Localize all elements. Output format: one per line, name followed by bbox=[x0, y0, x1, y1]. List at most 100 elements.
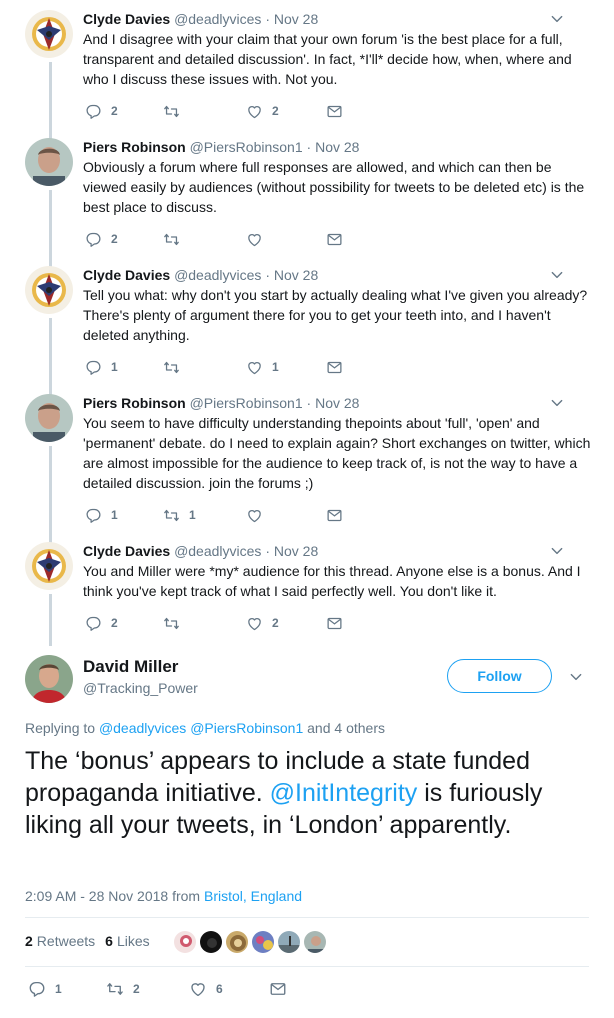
main-user-handle[interactable]: @Tracking_Power bbox=[83, 680, 198, 696]
timestamp[interactable]: Nov 28 bbox=[274, 267, 318, 283]
thread-line bbox=[49, 190, 52, 270]
timestamp[interactable]: Nov 28 bbox=[315, 395, 359, 411]
chevron-down-icon[interactable] bbox=[550, 396, 564, 410]
retweets-link[interactable]: Retweets bbox=[37, 933, 95, 949]
chevron-down-icon[interactable] bbox=[569, 670, 583, 684]
replying-others[interactable]: and 4 others bbox=[307, 720, 385, 736]
reply-count: 1 bbox=[111, 508, 118, 522]
retweet-count: 2 bbox=[133, 982, 140, 996]
main-timestamp[interactable]: 2:09 AM - 28 Nov 2018 from bbox=[25, 888, 200, 904]
retweet-count: 1 bbox=[189, 508, 196, 522]
tweet-actions: 1 1 bbox=[85, 506, 385, 524]
tweet-header: Clyde Davies @deadlyvices · Nov 28 bbox=[83, 542, 594, 560]
main-tweet-actions: 1 2 6 bbox=[28, 980, 328, 1000]
likes-link[interactable]: Likes bbox=[117, 933, 150, 949]
avatar[interactable] bbox=[25, 10, 73, 58]
reply-button[interactable]: 1 bbox=[28, 980, 62, 998]
like-button[interactable]: 2 bbox=[246, 102, 279, 120]
separator: · bbox=[265, 267, 270, 283]
user-name[interactable]: Clyde Davies bbox=[83, 543, 170, 559]
direct-message-button[interactable] bbox=[326, 506, 343, 524]
retweet-button[interactable] bbox=[163, 358, 189, 376]
avatar[interactable] bbox=[25, 266, 73, 314]
like-button[interactable]: 1 bbox=[246, 358, 279, 376]
retweet-button[interactable] bbox=[163, 230, 189, 248]
direct-message-icon bbox=[326, 103, 343, 120]
follow-button[interactable]: Follow bbox=[447, 659, 552, 693]
retweet-button[interactable] bbox=[163, 102, 189, 120]
avatar[interactable] bbox=[25, 542, 73, 590]
liker-avatars bbox=[173, 930, 329, 954]
user-name[interactable]: Clyde Davies bbox=[83, 11, 170, 27]
reply-icon bbox=[85, 359, 102, 376]
chevron-down-icon[interactable] bbox=[550, 12, 564, 26]
tweet-text: You seem to have difficulty understandin… bbox=[83, 415, 591, 491]
liker-avatar[interactable] bbox=[251, 930, 275, 954]
reply-button[interactable]: 2 bbox=[85, 614, 118, 632]
like-count: 6 bbox=[216, 982, 223, 996]
reply-icon bbox=[85, 103, 102, 120]
chevron-down-icon[interactable] bbox=[550, 544, 564, 558]
direct-message-button[interactable] bbox=[326, 102, 343, 120]
main-user-name[interactable]: David Miller bbox=[83, 657, 178, 677]
reply-count: 1 bbox=[55, 982, 62, 996]
location-link[interactable]: Bristol, England bbox=[204, 888, 302, 904]
tweet-header: Piers Robinson @PiersRobinson1 · Nov 28 bbox=[83, 138, 594, 156]
tweet-text: You and Miller were *my* audience for th… bbox=[83, 563, 581, 599]
like-count: 1 bbox=[272, 360, 279, 374]
user-handle[interactable]: @deadlyvices bbox=[174, 267, 261, 283]
separator: · bbox=[265, 11, 270, 27]
reply-button[interactable]: 2 bbox=[85, 230, 118, 248]
like-button[interactable] bbox=[246, 506, 272, 524]
chevron-down-icon[interactable] bbox=[550, 268, 564, 282]
liker-avatar[interactable] bbox=[277, 930, 301, 954]
like-button[interactable]: 6 bbox=[189, 980, 223, 998]
main-avatar[interactable] bbox=[25, 655, 73, 703]
user-name[interactable]: Piers Robinson bbox=[83, 395, 186, 411]
direct-message-button[interactable] bbox=[326, 230, 343, 248]
retweet-button[interactable]: 2 bbox=[106, 980, 140, 998]
direct-message-button[interactable] bbox=[326, 614, 343, 632]
liker-avatar[interactable] bbox=[303, 930, 327, 954]
liker-avatar[interactable] bbox=[225, 930, 249, 954]
avatar[interactable] bbox=[25, 394, 73, 442]
user-handle[interactable]: @deadlyvices bbox=[174, 543, 261, 559]
user-name[interactable]: Clyde Davies bbox=[83, 267, 170, 283]
like-count: 2 bbox=[272, 616, 279, 630]
replying-prefix: Replying to bbox=[25, 720, 96, 736]
replying-user-link[interactable]: @PiersRobinson1 bbox=[190, 720, 303, 736]
like-button[interactable]: 2 bbox=[246, 614, 279, 632]
retweet-button[interactable]: 1 bbox=[163, 506, 196, 524]
user-handle[interactable]: @PiersRobinson1 bbox=[190, 139, 303, 155]
reply-count: 2 bbox=[111, 616, 118, 630]
replying-user-link[interactable]: @deadlyvices bbox=[99, 720, 186, 736]
tweet-header: Piers Robinson @PiersRobinson1 · Nov 28 bbox=[83, 394, 594, 412]
direct-message-button[interactable] bbox=[326, 358, 343, 376]
retweet-button[interactable] bbox=[163, 614, 189, 632]
like-icon bbox=[246, 103, 263, 120]
user-name[interactable]: Piers Robinson bbox=[83, 139, 186, 155]
reply-button[interactable]: 1 bbox=[85, 358, 118, 376]
direct-message-button[interactable] bbox=[269, 980, 287, 998]
user-handle[interactable]: @PiersRobinson1 bbox=[190, 395, 303, 411]
direct-message-icon bbox=[326, 615, 343, 632]
reply-icon bbox=[85, 507, 102, 524]
liker-avatar[interactable] bbox=[173, 930, 197, 954]
like-button[interactable] bbox=[246, 230, 272, 248]
user-handle[interactable]: @deadlyvices bbox=[174, 11, 261, 27]
timestamp[interactable]: Nov 28 bbox=[315, 139, 359, 155]
reply-button[interactable]: 1 bbox=[85, 506, 118, 524]
like-icon bbox=[246, 231, 263, 248]
avatar[interactable] bbox=[25, 138, 73, 186]
tweet-header: Clyde Davies @deadlyvices · Nov 28 bbox=[83, 266, 594, 284]
timestamp[interactable]: Nov 28 bbox=[274, 11, 318, 27]
reply-count: 2 bbox=[111, 104, 118, 118]
retweet-icon bbox=[163, 103, 180, 120]
divider bbox=[25, 966, 589, 967]
mention-link[interactable]: @InitIntegrity bbox=[270, 779, 418, 807]
timestamp[interactable]: Nov 28 bbox=[274, 543, 318, 559]
main-tweet-text: The ‘bonus’ appears to include a state f… bbox=[25, 745, 600, 841]
liker-avatar[interactable] bbox=[199, 930, 223, 954]
reply-button[interactable]: 2 bbox=[85, 102, 118, 120]
retweet-icon bbox=[163, 359, 180, 376]
